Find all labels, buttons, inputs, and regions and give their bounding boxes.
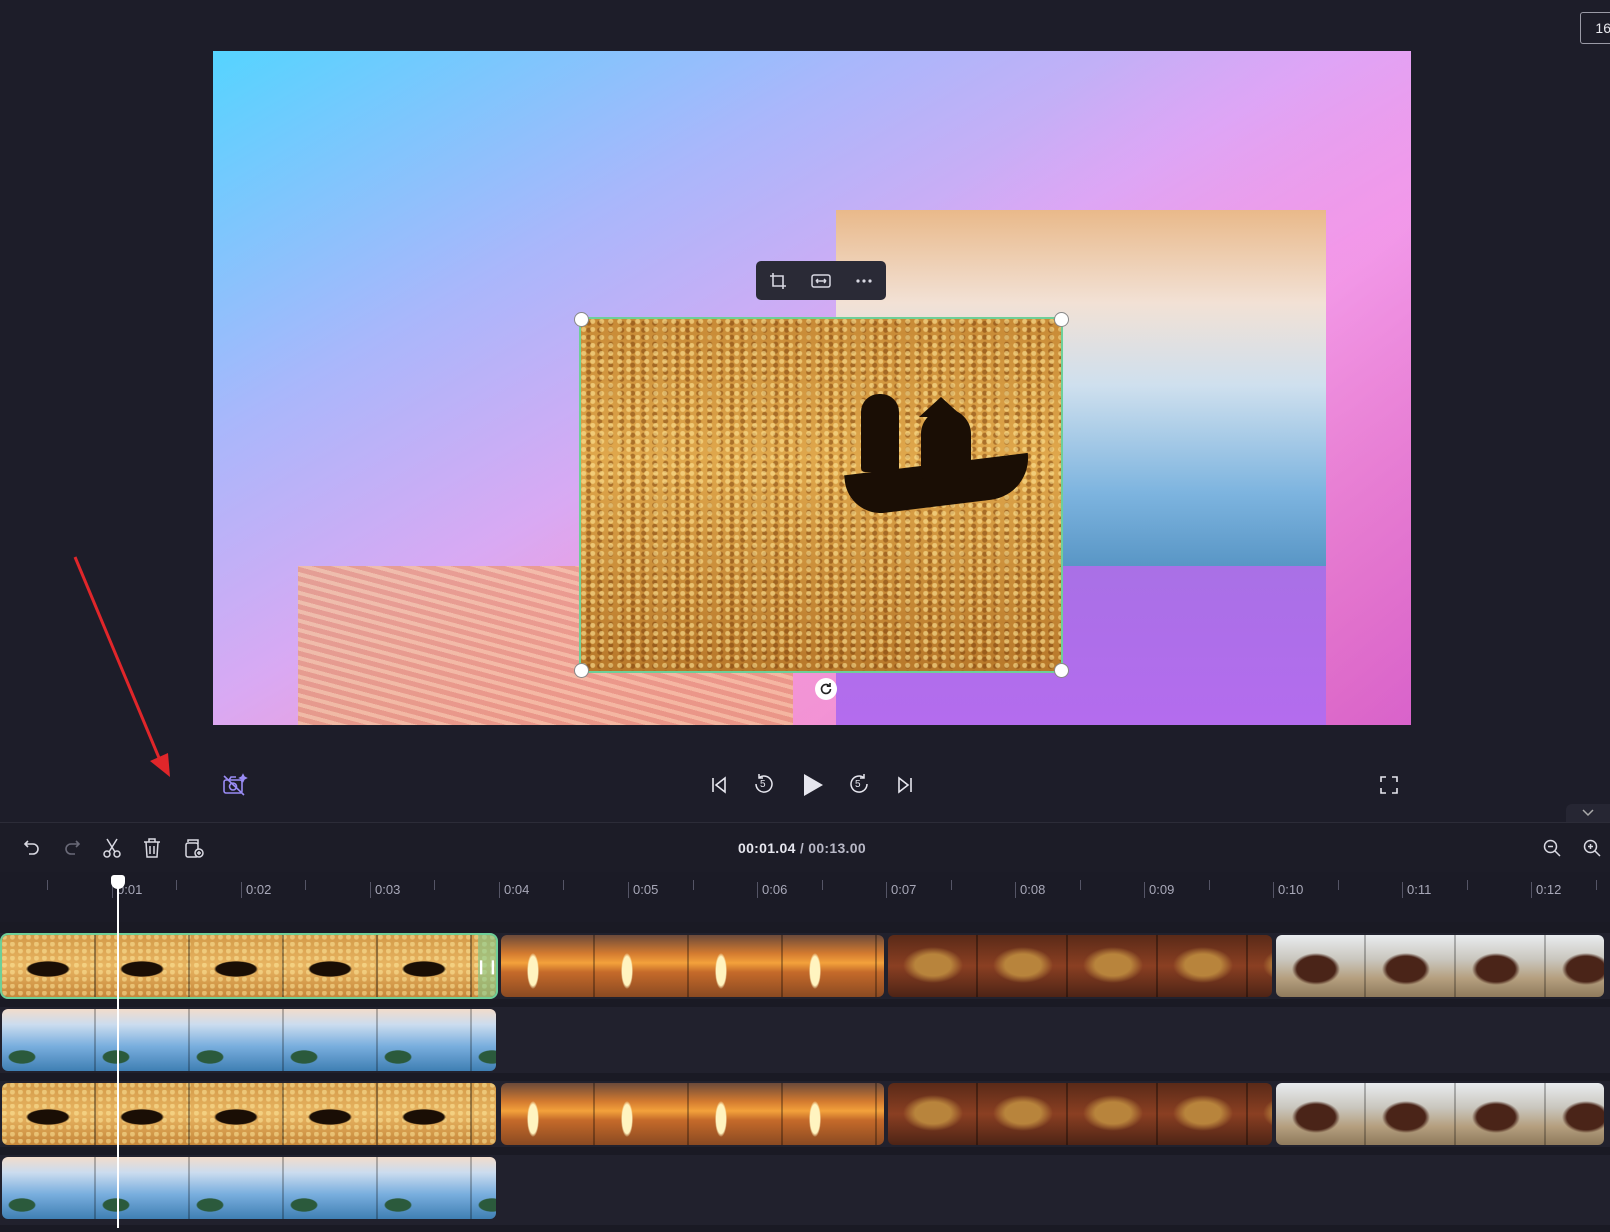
person-silhouette xyxy=(861,394,899,472)
timeline-clip-sunset[interactable] xyxy=(501,1083,884,1145)
forward-seconds: 5 xyxy=(855,779,861,790)
zoom-out-icon[interactable] xyxy=(1538,834,1566,862)
timeline-tracks: ❙❙ xyxy=(0,922,1610,1232)
ruler-label: 0:02 xyxy=(241,882,271,898)
ruler-label: 0:03 xyxy=(370,882,400,898)
crop-icon[interactable] xyxy=(764,267,792,295)
resize-handle-bottom-right[interactable] xyxy=(1054,663,1069,678)
hat-silhouette xyxy=(919,397,963,417)
scissors-icon[interactable] xyxy=(98,834,126,862)
track-row: ❙❙ xyxy=(0,933,1610,999)
current-time: 00:01.04 xyxy=(738,840,796,856)
redo-icon xyxy=(58,834,86,862)
skip-to-end-icon[interactable] xyxy=(892,772,918,798)
playhead-handle[interactable] xyxy=(111,875,125,889)
fit-icon[interactable] xyxy=(807,267,835,295)
ai-camera-icon[interactable] xyxy=(220,770,250,800)
video-canvas[interactable] xyxy=(213,51,1411,725)
aspect-ratio-label: 16 xyxy=(1595,20,1610,36)
trash-icon[interactable] xyxy=(138,834,166,862)
timeline-clip-lake[interactable] xyxy=(2,1157,496,1219)
resize-handle-top-left[interactable] xyxy=(574,312,589,327)
ruler-label: 0:07 xyxy=(886,882,916,898)
undo-icon[interactable] xyxy=(18,834,46,862)
playhead[interactable] xyxy=(117,878,119,1228)
aspect-ratio-button[interactable]: 16 xyxy=(1580,12,1610,44)
play-icon xyxy=(804,774,823,796)
resize-handle-bottom-left[interactable] xyxy=(574,663,589,678)
skip-to-start-icon[interactable] xyxy=(706,772,732,798)
forward-5-button[interactable]: 5 xyxy=(845,771,873,799)
more-icon[interactable] xyxy=(850,267,878,295)
rewind-seconds: 5 xyxy=(760,779,766,790)
timeline-clip-calf[interactable] xyxy=(1276,935,1604,997)
timeline-clip-lake[interactable] xyxy=(2,1009,496,1071)
time-separator: / xyxy=(795,840,809,856)
annotation-arrow xyxy=(73,556,170,777)
fullscreen-icon[interactable] xyxy=(1376,772,1402,798)
rotate-icon[interactable] xyxy=(815,678,837,700)
rewind-5-button[interactable]: 5 xyxy=(750,771,778,799)
collapse-preview-button[interactable] xyxy=(1566,804,1610,822)
ruler-label: 0:04 xyxy=(499,882,529,898)
ruler-label: 0:11 xyxy=(1402,882,1431,898)
track-row xyxy=(0,1081,1610,1147)
zoom-in-icon[interactable] xyxy=(1578,834,1606,862)
timeline-clip-cattle[interactable] xyxy=(888,935,1272,997)
timeline-ruler[interactable]: 0:01 0:02 0:03 0:04 0:05 0:06 0:07 0:08 … xyxy=(0,872,1610,922)
ruler-label: 0:05 xyxy=(628,882,658,898)
ruler-label: 0:12 xyxy=(1531,882,1561,898)
play-button[interactable] xyxy=(796,768,830,802)
ruler-label: 0:06 xyxy=(757,882,787,898)
track-row xyxy=(0,1007,1610,1073)
timeline-clip-cattle[interactable] xyxy=(888,1083,1272,1145)
chevron-down-icon xyxy=(1582,809,1594,817)
resize-handle-top-right[interactable] xyxy=(1054,312,1069,327)
duplicate-icon[interactable] xyxy=(180,834,208,862)
trim-handle[interactable]: ❙❙ xyxy=(475,935,496,997)
ruler-label: 0:10 xyxy=(1273,882,1303,898)
ruler-label: 0:08 xyxy=(1015,882,1045,898)
clip-floating-toolbar xyxy=(756,261,886,300)
timeline-clip-calf[interactable] xyxy=(1276,1083,1604,1145)
timeline-clip-boat[interactable] xyxy=(2,1083,496,1145)
track-row xyxy=(0,1155,1610,1225)
time-display: 00:01.04 / 00:13.00 xyxy=(738,840,866,856)
ruler-label: 0:09 xyxy=(1144,882,1174,898)
timeline-clip-sunset[interactable] xyxy=(501,935,884,997)
person-silhouette xyxy=(921,409,971,479)
total-time: 00:13.00 xyxy=(808,840,866,856)
timeline-clip-boat[interactable]: ❙❙ xyxy=(0,933,498,999)
selected-clip-boat[interactable] xyxy=(579,317,1063,673)
